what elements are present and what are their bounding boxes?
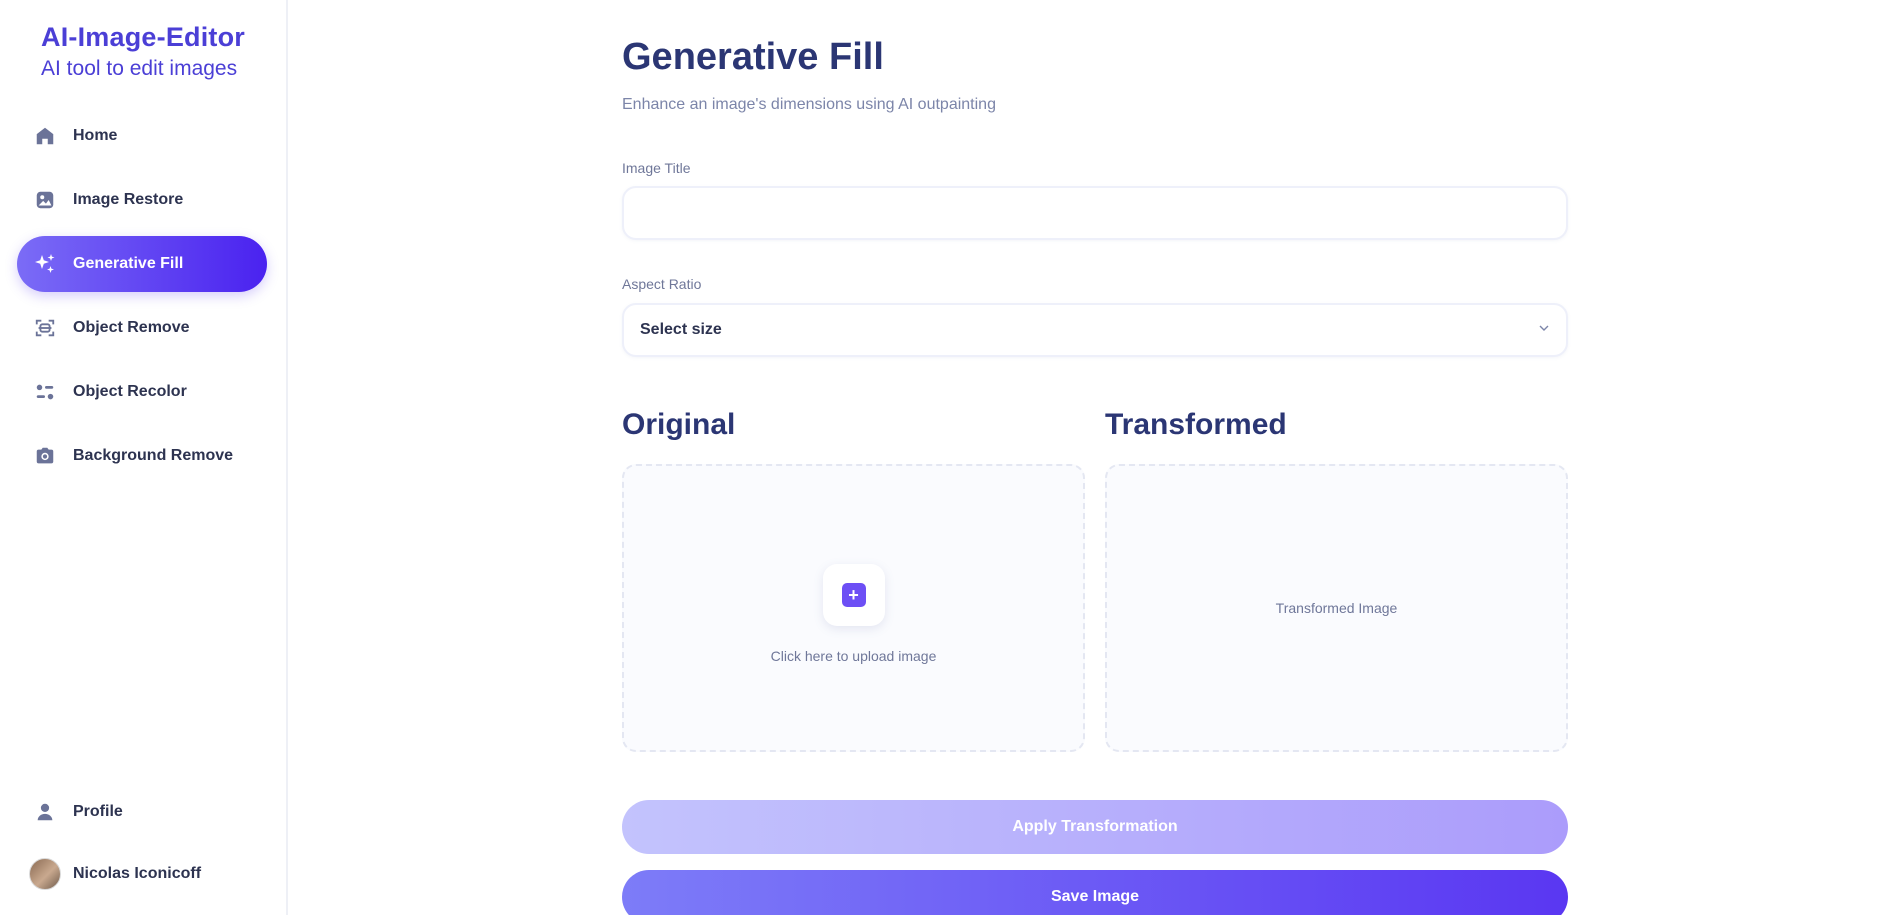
sidebar-item-background-remove[interactable]: Background Remove [17,428,267,484]
sidebar-item-home[interactable]: Home [17,108,267,164]
filter-icon [33,380,57,404]
sidebar-item-label: Object Remove [73,319,190,336]
sidebar-item-label: Object Recolor [73,383,187,400]
sidebar-item-label: Generative Fill [73,255,184,272]
brand-title[interactable]: AI-Image-Editor [41,22,245,53]
sidebar-item-object-remove[interactable]: Object Remove [17,300,267,356]
sidebar: AI-Image-Editor AI tool to edit images H… [0,0,288,915]
transformed-placeholder: Transformed Image [1275,600,1398,616]
aspect-ratio-select[interactable]: Select size [622,303,1568,357]
sidebar-item-label: Background Remove [73,447,234,464]
camera-icon [33,444,57,468]
home-icon [33,124,57,148]
save-image-button[interactable]: Save Image [622,870,1568,915]
upload-dropzone[interactable]: + Click here to upload image [622,464,1085,752]
sparkles-icon [33,252,57,276]
upload-button[interactable]: + [822,564,885,626]
sidebar-item-profile[interactable]: Profile [17,784,267,840]
sidebar-item-label: Profile [73,803,123,820]
sidebar-item-label: Image Restore [73,191,184,208]
image-icon [33,188,57,212]
brand-subtitle: AI tool to edit images [41,57,238,80]
image-title-input[interactable] [622,186,1568,240]
aspect-ratio-value: Select size [640,321,722,338]
aspect-ratio-label: Aspect Ratio [622,276,702,292]
sidebar-item-image-restore[interactable]: Image Restore [17,172,267,228]
sidebar-bottom: Profile Nicolas Iconicoff [17,784,267,908]
upload-text: Click here to upload image [770,648,937,664]
user-icon [33,800,57,824]
avatar[interactable] [29,858,61,890]
transformed-image-panel: Transformed Image [1105,464,1568,752]
plus-icon: + [841,583,866,607]
sidebar-item-object-recolor[interactable]: Object Recolor [17,364,267,420]
sidebar-nav: Home Image Restore Generative Fill Objec… [17,108,267,492]
transformed-title: Transformed [1105,408,1287,441]
user-name: Nicolas Iconicoff [73,865,202,882]
apply-transformation-button[interactable]: Apply Transformation [622,800,1568,854]
page-subtitle: Enhance an image's dimensions using AI o… [622,96,996,113]
page-title: Generative Fill [622,36,884,78]
sidebar-item-label: Home [73,127,118,144]
sidebar-item-generative-fill[interactable]: Generative Fill [17,236,267,292]
user-account[interactable]: Nicolas Iconicoff [17,846,267,902]
scan-icon [33,316,57,340]
chevron-down-icon [1538,321,1550,339]
image-title-label: Image Title [622,160,691,176]
brand: AI-Image-Editor AI tool to edit images [41,22,245,81]
original-title: Original [622,408,736,441]
